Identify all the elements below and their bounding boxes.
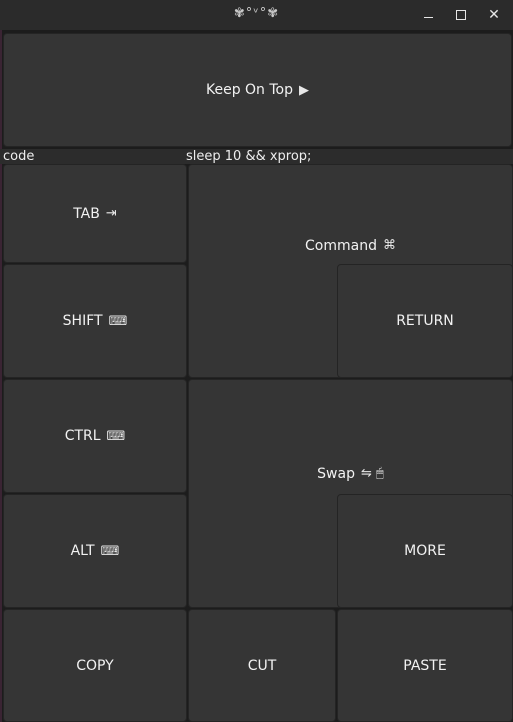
alt-key-label: ALT [70, 543, 95, 559]
keyboard-icon: ⌨ [108, 313, 128, 329]
more-button[interactable]: MORE [337, 494, 513, 608]
close-button[interactable]: ✕ [483, 4, 505, 26]
keep-on-top-button[interactable]: Keep On Top ▶ [3, 33, 512, 147]
copy-label: COPY [76, 657, 114, 674]
keyboard-icon: ⌨ [106, 428, 126, 444]
maximize-button[interactable] [450, 4, 472, 26]
minimize-icon [423, 16, 433, 18]
command-key-label: Command [305, 238, 377, 254]
shift-key-button[interactable]: SHIFT ⌨ [3, 264, 187, 378]
tab-key-button[interactable]: TAB ⇥ [3, 164, 187, 263]
command-input[interactable] [186, 149, 506, 164]
command-icon: ⌘ [382, 238, 396, 253]
maximize-icon [456, 10, 466, 20]
ctrl-key-label: CTRL [64, 428, 101, 444]
return-key-label: RETURN [396, 313, 454, 329]
keyboard-icon: ⌨ [100, 543, 120, 559]
cut-label: CUT [247, 657, 277, 674]
ctrl-key-button[interactable]: CTRL ⌨ [3, 379, 187, 493]
close-icon: ✕ [488, 7, 500, 23]
tab-key-label: TAB [73, 205, 100, 222]
play-icon: ▶ [299, 82, 309, 98]
more-label: MORE [404, 543, 446, 559]
swap-mouse-icon: ⇋ 🖱 [360, 466, 384, 481]
tab-arrow-icon: ⇥ [105, 206, 117, 221]
paste-label: PASTE [403, 657, 447, 674]
desktop-edge [0, 0, 2, 722]
title-bar[interactable]: ✾°ᵛ°✾ ✕ [0, 0, 513, 30]
copy-button[interactable]: COPY [3, 609, 187, 722]
command-label: code [3, 149, 35, 164]
minimize-button[interactable] [417, 4, 439, 26]
keep-on-top-label: Keep On Top [205, 82, 293, 98]
app-window: ✾°ᵛ°✾ ✕ Keep On Top ▶ code TAB ⇥ SHIFT ⌨… [0, 0, 513, 722]
alt-key-button[interactable]: ALT ⌨ [3, 494, 187, 608]
paste-button[interactable]: PASTE [337, 609, 513, 722]
swap-label: Swap [317, 466, 355, 482]
shift-key-label: SHIFT [62, 313, 103, 329]
return-key-button[interactable]: RETURN [337, 264, 513, 378]
cut-button[interactable]: CUT [188, 609, 336, 722]
command-bar: code [0, 149, 513, 164]
